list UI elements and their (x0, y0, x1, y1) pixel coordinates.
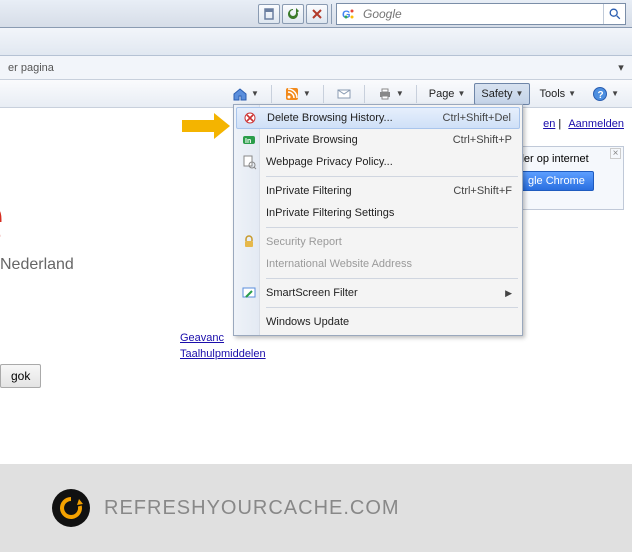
menu-inprivate-filtering[interactable]: InPrivate Filtering Ctrl+Shift+F (236, 180, 520, 202)
privacy-policy-icon (238, 152, 260, 172)
svg-text:In: In (245, 138, 251, 145)
link-aanmelden[interactable]: Aanmelden (568, 118, 624, 130)
menu-windows-update[interactable]: Windows Update (236, 311, 520, 333)
svg-text:G: G (342, 9, 351, 21)
watermark-footer: REFRESHYOURCACHE.COM (0, 464, 632, 552)
address-toolbar: G (0, 0, 632, 28)
menu-inprivate-filtering-settings[interactable]: InPrivate Filtering Settings (236, 202, 520, 224)
stop-button[interactable] (306, 4, 328, 24)
svg-text:?: ? (598, 90, 604, 101)
menu-smartscreen[interactable]: SmartScreen Filter ▶ (236, 282, 520, 304)
feeds-button[interactable]: ▼ (277, 83, 318, 105)
google-favicon: G (341, 6, 357, 22)
home-button[interactable]: ▼ (225, 83, 266, 105)
page-label: Page (429, 88, 455, 100)
menu-intl-address: International Website Address (236, 253, 520, 275)
tools-menu-button[interactable]: Tools ▼ (532, 83, 583, 105)
favorites-bar: er pagina ▾ (0, 56, 632, 80)
smartscreen-icon (238, 283, 260, 303)
search-input[interactable] (361, 7, 603, 21)
google-logo: e (0, 174, 4, 257)
link-instellingen[interactable]: en (543, 118, 555, 130)
refresh-button[interactable] (282, 4, 304, 24)
print-button[interactable]: ▼ (370, 83, 411, 105)
chevron-down-icon: ▼ (396, 89, 404, 98)
favorites-label: er pagina (4, 62, 614, 74)
menu-security-report: Security Report (236, 231, 520, 253)
chevron-down-icon: ▼ (251, 89, 259, 98)
menu-privacy-policy[interactable]: Webpage Privacy Policy... (236, 151, 520, 173)
chevron-down-icon: ▼ (457, 89, 465, 98)
chevron-down-icon: ▼ (516, 89, 524, 98)
close-icon[interactable]: × (610, 148, 621, 159)
safety-label: Safety (481, 88, 512, 100)
help-button[interactable]: ? ▼ (585, 83, 626, 105)
chevron-down-icon: ▼ (611, 89, 619, 98)
readmail-button[interactable] (329, 83, 359, 105)
lock-icon (238, 232, 260, 252)
tab-strip (0, 28, 632, 56)
favorites-dropdown[interactable]: ▾ (614, 61, 628, 75)
search-box[interactable]: G (336, 3, 626, 25)
compat-view-button[interactable] (258, 4, 280, 24)
lucky-button[interactable]: gok (0, 364, 41, 388)
menu-delete-history[interactable]: Delete Browsing History... Ctrl+Shift+De… (236, 107, 520, 129)
chevron-down-icon: ▼ (303, 89, 311, 98)
watermark-text: REFRESHYOURCACHE.COM (104, 497, 400, 520)
menu-inprivate-browsing[interactable]: In InPrivate Browsing Ctrl+Shift+P (236, 129, 520, 151)
search-go-button[interactable] (603, 4, 625, 24)
chevron-down-icon: ▼ (568, 89, 576, 98)
safety-menu-button[interactable]: Safety ▼ (474, 83, 530, 105)
tools-label: Tools (539, 88, 565, 100)
chrome-promo: × ller op internet gle Chrome (512, 146, 624, 210)
link-taalhulp[interactable]: Taalhulpmiddelen (180, 346, 266, 362)
promo-text: ller op internet (519, 153, 617, 165)
delete-history-icon (239, 108, 261, 128)
inprivate-icon: In (238, 130, 260, 150)
chrome-download-button[interactable]: gle Chrome (519, 171, 594, 191)
refresh-logo-icon (52, 489, 90, 527)
page-menu-button[interactable]: Page ▼ (422, 83, 473, 105)
google-top-links: en | Aanmelden (539, 118, 624, 130)
safety-dropdown-menu: Delete Browsing History... Ctrl+Shift+De… (233, 104, 523, 336)
submenu-arrow-icon: ▶ (505, 288, 512, 299)
google-country-label: Nederland (0, 256, 74, 274)
